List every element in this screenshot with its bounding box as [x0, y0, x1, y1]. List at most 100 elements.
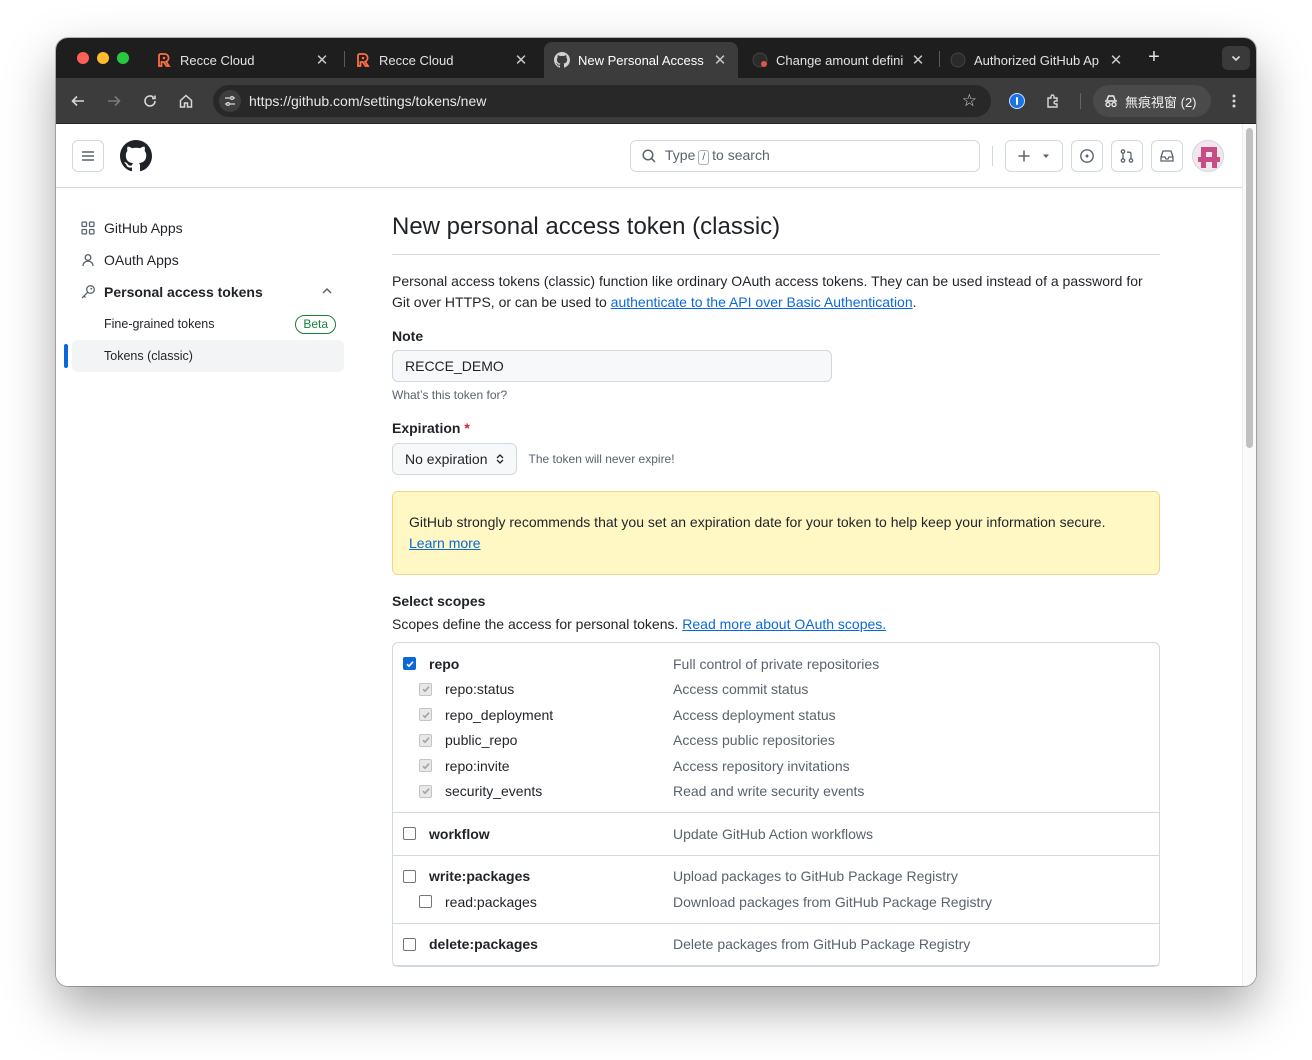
scope-checkbox-workflow[interactable]	[403, 827, 416, 841]
browser-tab[interactable]: Authorized GitHub Ap ✕	[940, 42, 1134, 78]
scope-description: Download packages from GitHub Package Re…	[673, 893, 993, 910]
checkmark-icon	[405, 660, 414, 668]
learn-more-link[interactable]: Learn more	[409, 535, 481, 551]
profile-label: 無痕視窗 (2)	[1125, 94, 1197, 110]
header-divider	[992, 146, 993, 166]
scope-row: security_events Read and write security …	[401, 779, 1151, 805]
sidebar-item-fine-grained-tokens[interactable]: Fine-grained tokens Beta	[72, 308, 344, 340]
expiration-value: No expiration	[405, 451, 488, 467]
tab-search-button[interactable]	[1222, 46, 1250, 70]
home-button[interactable]	[175, 90, 197, 112]
reload-button[interactable]	[139, 90, 161, 112]
scope-checkbox-repo-deployment[interactable]	[419, 708, 432, 722]
sidebar-item-label: OAuth Apps	[104, 252, 179, 268]
browser-tab[interactable]: Change amount defini ✕	[742, 42, 936, 78]
scope-name: repo:status	[445, 681, 515, 698]
sidebar-item-personal-access-tokens[interactable]: Personal access tokens	[72, 276, 344, 308]
close-window-button[interactable]	[77, 52, 89, 64]
scopes-description: Scopes define the access for personal to…	[392, 616, 887, 632]
scope-checkbox-public-repo[interactable]	[419, 733, 432, 747]
note-input[interactable]	[392, 350, 832, 382]
scope-group-write-packages: write:packages Upload packages to GitHub…	[393, 856, 1159, 924]
scope-checkbox-repo[interactable]	[403, 657, 416, 671]
extensions-button[interactable]	[1042, 90, 1064, 112]
pull-requests-button[interactable]	[1111, 140, 1143, 172]
minimize-window-button[interactable]	[97, 52, 109, 64]
checkmark-icon	[421, 788, 430, 795]
tab-title: Change amount defini	[776, 52, 904, 68]
address-bar[interactable]: https://github.com/settings/tokens/new ☆	[213, 85, 991, 117]
password-manager-extension[interactable]	[1006, 90, 1028, 112]
expiration-label: Expiration *	[392, 420, 470, 436]
forward-button[interactable]	[103, 90, 125, 112]
person-icon	[80, 252, 96, 268]
scope-checkbox-repo-status[interactable]	[419, 682, 432, 696]
scrollbar-thumb[interactable]	[1246, 128, 1253, 448]
sidebar-item-label: Personal access tokens	[104, 284, 263, 300]
scope-row: delete:packages Delete packages from Git…	[401, 932, 1151, 958]
git-pull-request-icon	[1120, 149, 1134, 163]
search-input[interactable]: Type / to search	[630, 140, 980, 172]
sidebar-item-tokens-classic[interactable]: Tokens (classic)	[64, 340, 344, 372]
apps-grid-icon	[80, 220, 96, 236]
recce-icon	[355, 52, 371, 68]
incognito-profile-button[interactable]: 無痕視窗 (2)	[1093, 85, 1211, 117]
scope-description: Access public repositories	[673, 732, 835, 749]
inbox-icon	[1160, 150, 1174, 162]
sidebar-item-label: Tokens (classic)	[104, 349, 193, 363]
recce-icon	[156, 52, 172, 68]
site-info-icon[interactable]	[219, 90, 241, 112]
browser-toolbar: https://github.com/settings/tokens/new ☆…	[56, 78, 1256, 124]
sidebar-item-oauth-apps[interactable]: OAuth Apps	[72, 244, 344, 276]
selected-indicator	[64, 344, 68, 368]
scope-checkbox-write-packages[interactable]	[403, 869, 416, 883]
scope-name: write:packages	[429, 868, 531, 885]
scope-row: read:packages Download packages from Git…	[401, 889, 1151, 915]
browser-tab-active[interactable]: New Personal Access ✕	[544, 42, 738, 78]
github-icon	[752, 52, 768, 68]
reload-icon	[144, 95, 156, 107]
close-tab-icon[interactable]: ✕	[314, 51, 330, 69]
new-tab-button[interactable]: +	[1143, 46, 1165, 68]
scope-checkbox-security-events[interactable]	[419, 784, 432, 798]
sidebar-item-label: Fine-grained tokens	[104, 317, 215, 331]
close-tab-icon[interactable]: ✕	[1108, 51, 1124, 69]
scope-checkbox-delete-packages[interactable]	[403, 937, 416, 951]
zoom-window-button[interactable]	[117, 52, 129, 64]
expiration-select[interactable]: No expiration	[392, 443, 517, 475]
inbox-button[interactable]	[1151, 140, 1183, 172]
issues-button[interactable]	[1071, 140, 1103, 172]
github-logo-icon[interactable]	[120, 140, 152, 172]
sidebar-item-github-apps[interactable]: GitHub Apps	[72, 212, 344, 244]
search-placeholder: Type / to search	[665, 147, 770, 165]
scope-checkbox-read-packages[interactable]	[419, 895, 432, 909]
close-tab-icon[interactable]: ✕	[712, 51, 728, 69]
browser-menu-button[interactable]	[1223, 90, 1245, 112]
close-tab-icon[interactable]: ✕	[513, 51, 529, 69]
tab-title: Authorized GitHub Ap	[974, 52, 1100, 68]
browser-tab[interactable]: Recce Cloud ✕	[345, 42, 539, 78]
tab-title: New Personal Access	[578, 52, 704, 68]
scope-checkbox-repo-invite[interactable]	[419, 759, 432, 773]
arrow-right-icon	[108, 95, 121, 107]
required-asterisk: *	[464, 420, 470, 436]
chevron-up-icon[interactable]	[320, 284, 334, 298]
tab-strip: Recce Cloud ✕ Recce Cloud ✕ New Personal…	[56, 38, 1256, 78]
back-button[interactable]	[67, 90, 89, 112]
menu-button[interactable]	[72, 140, 104, 172]
avatar[interactable]	[1192, 140, 1224, 172]
tab-title: Recce Cloud	[379, 52, 454, 68]
incognito-icon	[1105, 95, 1117, 108]
create-new-button[interactable]	[1005, 140, 1063, 172]
basic-auth-link[interactable]: authenticate to the API over Basic Authe…	[611, 294, 913, 310]
page-scrollbar[interactable]	[1242, 124, 1256, 986]
scope-description: Full control of private repositories	[673, 655, 880, 672]
close-tab-icon[interactable]: ✕	[910, 51, 926, 69]
browser-tab[interactable]: Recce Cloud ✕	[146, 42, 340, 78]
scope-row: workflow Update GitHub Action workflows	[401, 821, 1151, 847]
scope-description: Upload packages to GitHub Package Regist…	[673, 868, 958, 885]
oauth-scopes-link[interactable]: Read more about OAuth scopes.	[682, 616, 886, 632]
checkmark-icon	[421, 737, 430, 744]
bookmark-star-icon[interactable]: ☆	[962, 91, 977, 111]
toolbar-divider	[1080, 93, 1081, 109]
